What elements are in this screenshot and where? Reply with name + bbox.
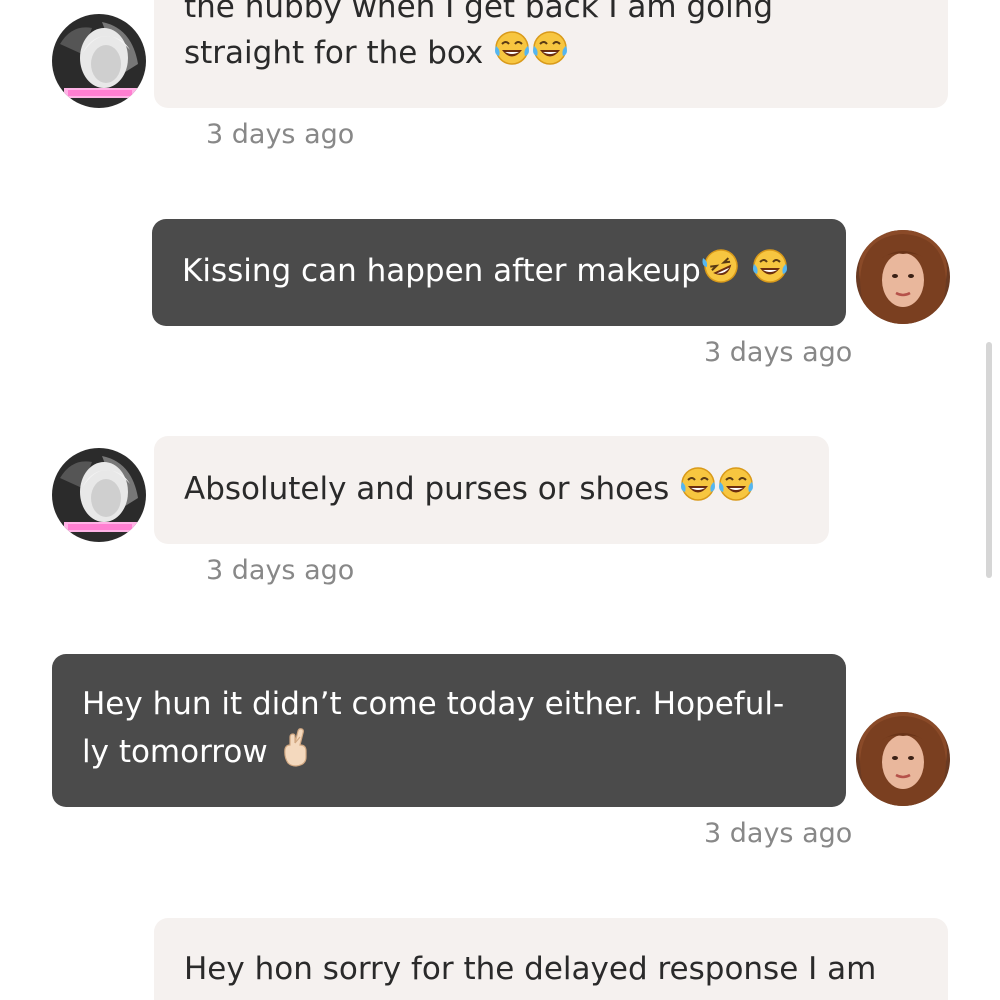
message-timestamp: 3 days ago xyxy=(704,818,853,849)
message-text: straight for the box xyxy=(184,35,484,71)
contact-avatar[interactable] xyxy=(52,14,146,108)
message-text: Hey hun it didn’t come today either. Hop… xyxy=(82,686,785,722)
message-text: the hubby when I get back I am going xyxy=(184,0,774,25)
message-timestamp: 3 days ago xyxy=(704,337,853,368)
user-avatar[interactable] xyxy=(856,712,950,806)
message-bubble-incoming[interactable]: the hubby when I get back I am going str… xyxy=(154,0,948,108)
tears-of-joy-emoji-icon xyxy=(717,466,755,515)
message-text: ly tomorrow xyxy=(82,734,268,770)
message-timestamp: 3 days ago xyxy=(206,555,355,586)
message-bubble-incoming[interactable]: Hey hon sorry for the delayed response I… xyxy=(154,918,948,1000)
message-bubble-outgoing[interactable]: Kissing can happen after makeup xyxy=(152,219,846,326)
crossed-fingers-emoji-icon xyxy=(278,727,314,780)
tears-of-joy-emoji-icon xyxy=(531,30,569,79)
message-bubble-outgoing[interactable]: Hey hun it didn’t come today either. Hop… xyxy=(52,654,846,807)
rolling-on-floor-laughing-emoji-icon xyxy=(701,248,741,297)
tears-of-joy-emoji-icon xyxy=(679,466,717,515)
message-timestamp: 3 days ago xyxy=(206,119,355,150)
message-text: Kissing can happen after makeup xyxy=(182,253,701,289)
chat-thread[interactable]: the hubby when I get back I am going str… xyxy=(0,0,1000,1000)
user-avatar[interactable] xyxy=(856,230,950,324)
message-text: Hey hon sorry for the delayed response I… xyxy=(184,951,877,987)
tears-of-joy-emoji-icon xyxy=(493,30,531,79)
contact-avatar[interactable] xyxy=(52,448,146,542)
message-text: Absolutely and purses or shoes xyxy=(184,470,670,507)
tears-of-joy-emoji-icon xyxy=(751,248,789,297)
message-bubble-incoming[interactable]: Absolutely and purses or shoes xyxy=(154,436,829,544)
scrollbar-thumb[interactable] xyxy=(986,342,992,578)
